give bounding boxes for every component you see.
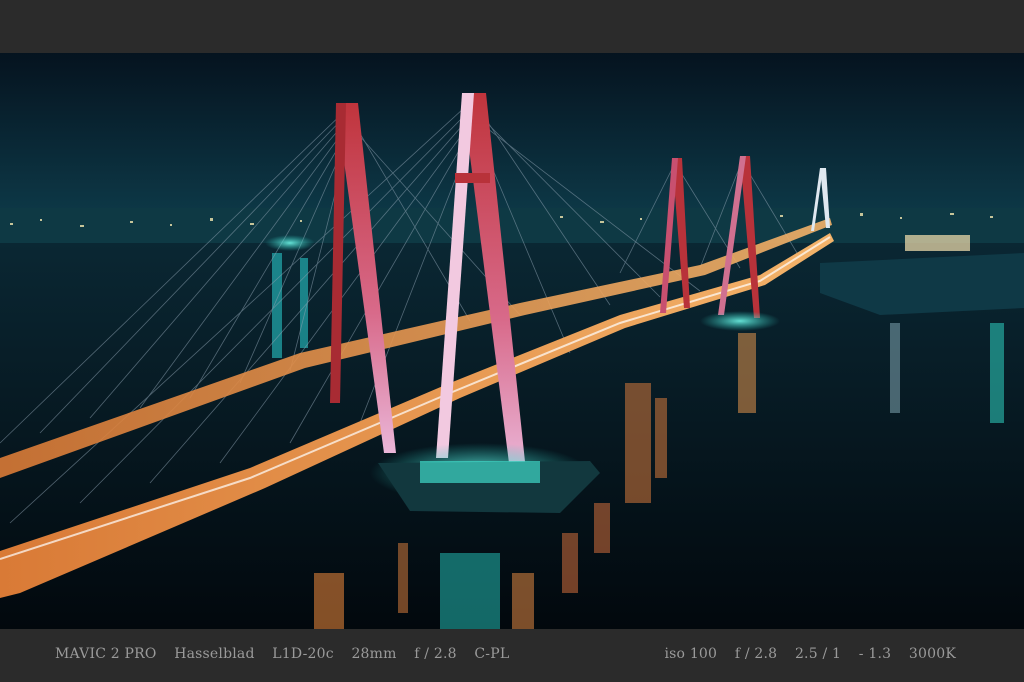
aperture: f / 2.8	[734, 646, 778, 662]
filter: C-PL	[474, 646, 510, 662]
camera-info: MAVIC 2 PRO Hasselblad L1D-20c 28mm f / …	[55, 646, 522, 662]
photo-frame: MAVIC 2 PRO Hasselblad L1D-20c 28mm f / …	[0, 0, 1024, 682]
top-border	[0, 0, 1024, 53]
white-balance: 3000K	[908, 646, 956, 662]
camera-brand: Hasselblad	[174, 646, 255, 662]
city-skyline	[0, 208, 1024, 246]
shore-glow	[265, 235, 315, 251]
drone-model: MAVIC 2 PRO	[55, 646, 157, 662]
exposure-compensation: - 1.3	[858, 646, 892, 662]
harbour-building	[905, 235, 970, 251]
iso: iso 100	[664, 646, 718, 662]
night-bridge-photo	[0, 53, 1024, 629]
max-aperture: f / 2.8	[414, 646, 457, 662]
camera-model: L1D-20c	[272, 646, 334, 662]
photo-canvas	[0, 53, 1024, 629]
exposure-info: iso 100 f / 2.8 2.5 / 1 - 1.3 3000K	[651, 646, 956, 662]
pier-lights	[420, 461, 540, 483]
focal-length: 28mm	[351, 646, 397, 662]
distant-pier-glow	[700, 311, 780, 331]
shutter-speed: 2.5 / 1	[794, 646, 842, 662]
exif-caption-bar: MAVIC 2 PRO Hasselblad L1D-20c 28mm f / …	[0, 629, 1024, 682]
